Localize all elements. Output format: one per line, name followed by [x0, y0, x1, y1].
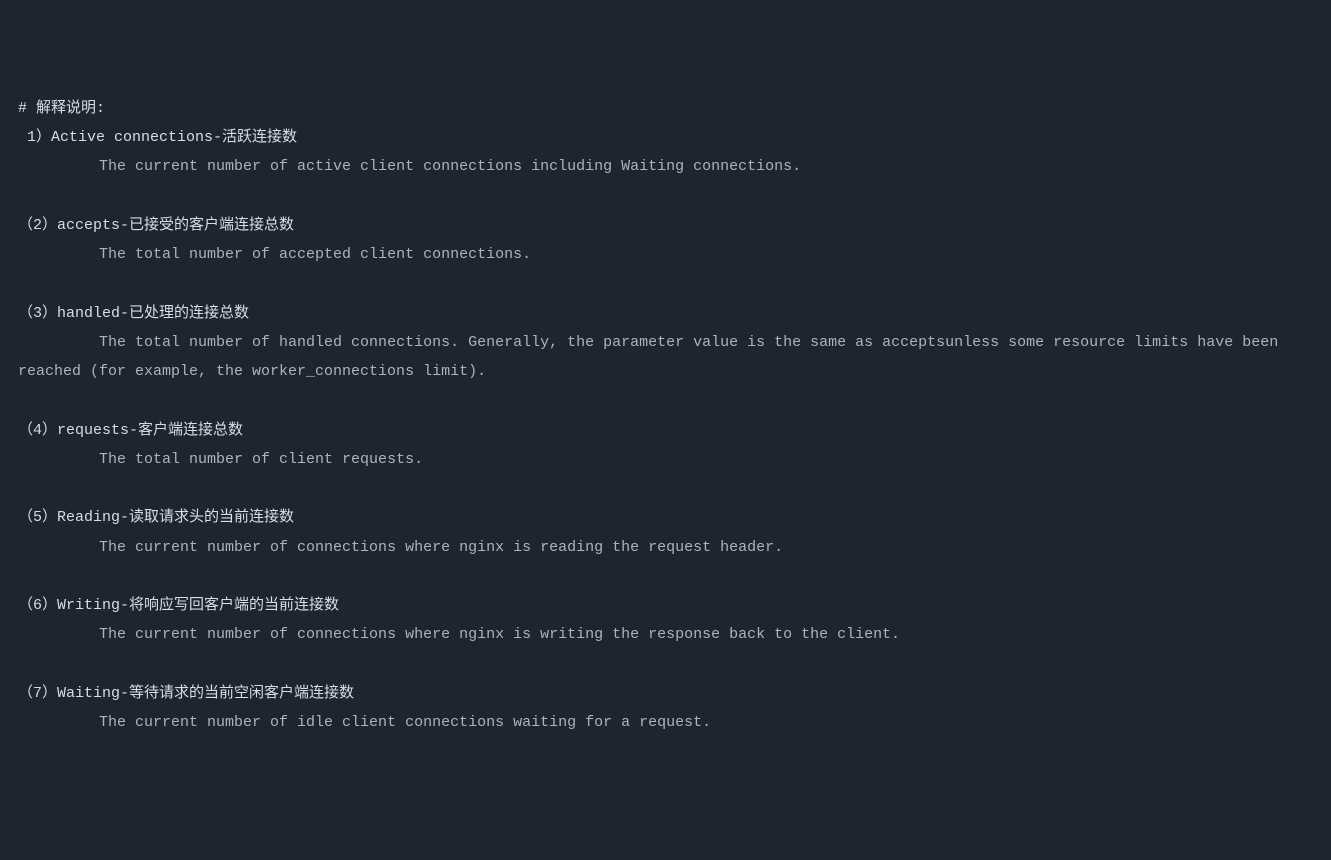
item-7-name: Waiting-等待请求的当前空闲客户端连接数 [57, 685, 354, 702]
item-5-title: （5）Reading-读取请求头的当前连接数 [18, 503, 1313, 532]
item-4-name: requests-客户端连接总数 [57, 422, 243, 439]
item-1-title: 1）Active connections-活跃连接数 [18, 123, 1313, 152]
item-3-num: （3） [18, 305, 57, 322]
item-3-desc: The total number of handled connections.… [18, 328, 1313, 387]
item-6-desc: The current number of connections where … [18, 620, 1313, 649]
item-7-desc: The current number of idle client connec… [18, 708, 1313, 737]
item-5-num: （5） [18, 509, 57, 526]
item-7-title: （7）Waiting-等待请求的当前空闲客户端连接数 [18, 679, 1313, 708]
item-3-name: handled-已处理的连接总数 [57, 305, 249, 322]
item-5-desc: The current number of connections where … [18, 533, 1313, 562]
item-2-title: （2）accepts-已接受的客户端连接总数 [18, 211, 1313, 240]
item-1-num: 1） [18, 129, 51, 146]
item-2-desc: The total number of accepted client conn… [18, 240, 1313, 269]
item-4-title: （4）requests-客户端连接总数 [18, 416, 1313, 445]
item-2-name: accepts-已接受的客户端连接总数 [57, 217, 294, 234]
item-1-name: Active connections-活跃连接数 [51, 129, 297, 146]
item-7-num: （7） [18, 685, 57, 702]
item-6-name: Writing-将响应写回客户端的当前连接数 [57, 597, 339, 614]
item-6-num: （6） [18, 597, 57, 614]
item-3-title: （3）handled-已处理的连接总数 [18, 299, 1313, 328]
doc-header: # 解释说明: [18, 94, 1313, 123]
item-6-title: （6）Writing-将响应写回客户端的当前连接数 [18, 591, 1313, 620]
item-5-name: Reading-读取请求头的当前连接数 [57, 509, 294, 526]
item-4-num: （4） [18, 422, 57, 439]
item-2-num: （2） [18, 217, 57, 234]
item-1-desc: The current number of active client conn… [18, 152, 1313, 181]
item-4-desc: The total number of client requests. [18, 445, 1313, 474]
